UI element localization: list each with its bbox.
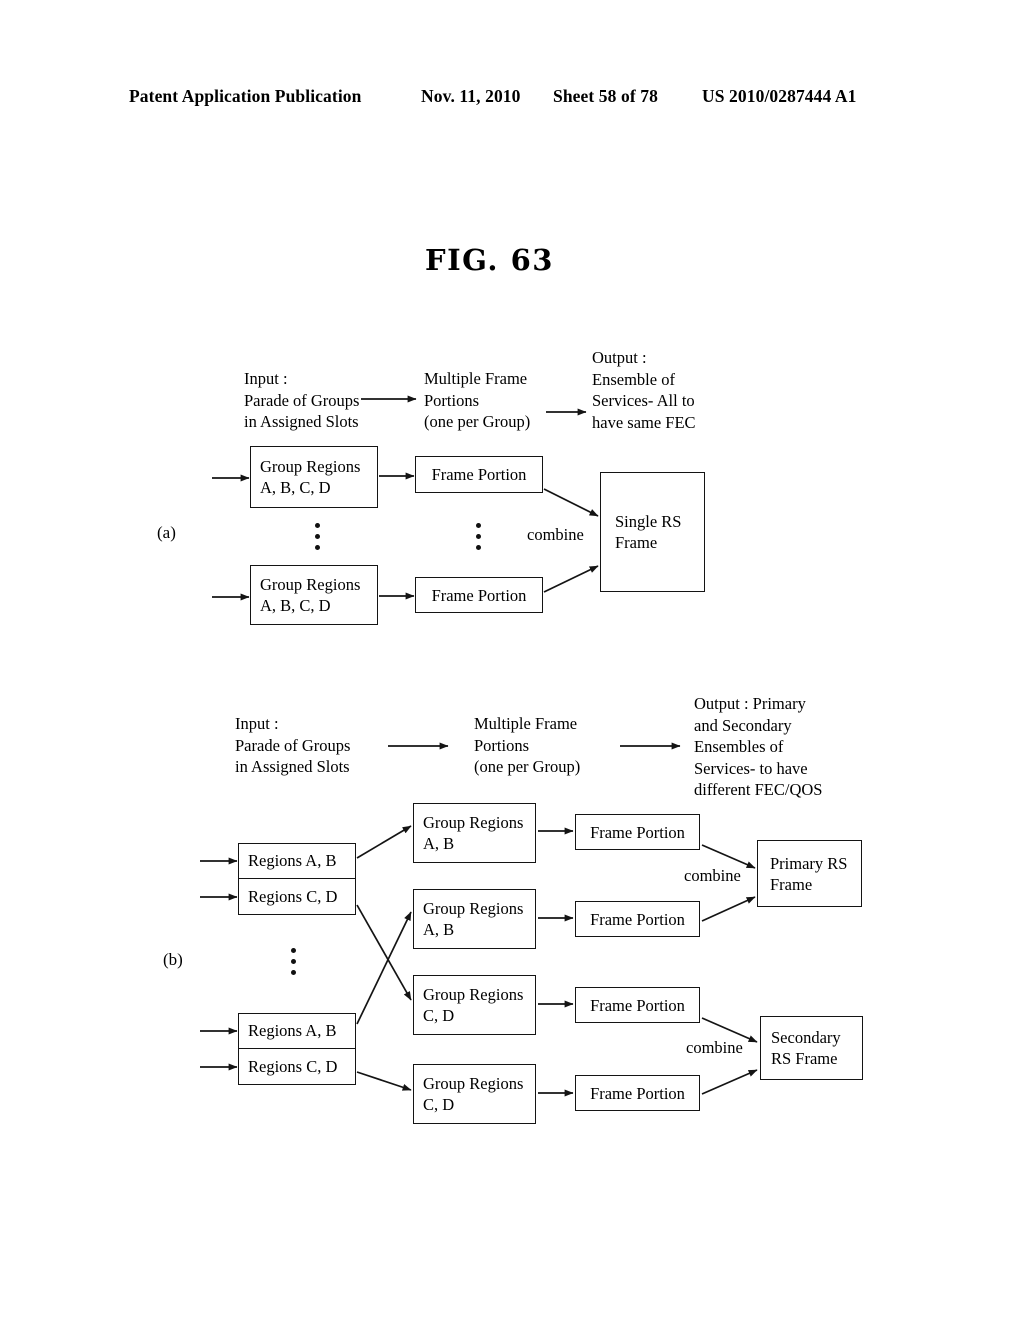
panel-b-output-header: Output : Primary and Secondary Ensembles…	[694, 694, 823, 799]
box-frame-portion-b-4: Frame Portion	[575, 1075, 700, 1111]
box-frame-portion-a-bottom: Frame Portion	[415, 577, 543, 613]
regions-cell-ab-top: Regions A, B	[239, 844, 355, 879]
arrow-b-rCD-top-to-gr3	[356, 904, 412, 1001]
arrow-a-fp-rs-bottom	[543, 565, 599, 593]
box-frame-portion-a-top: Frame Portion	[415, 456, 543, 493]
header-sheet-number: Sheet 58 of 78	[553, 86, 658, 106]
figure-title: FIG. 63	[425, 243, 554, 277]
arrow-b-fp2-primary	[701, 896, 756, 922]
panel-label-a: (a)	[157, 523, 176, 542]
arrow-b-rAB-top-to-gr1	[356, 825, 412, 859]
arrow-b-rAB-bot-to-gr2	[356, 911, 412, 1025]
box-primary-rs-frame: Primary RS Frame	[757, 840, 862, 907]
panel-a-middle-header: Multiple Frame Portions (one per Group)	[424, 369, 531, 431]
panel-a-combine-label: combine	[527, 525, 584, 544]
box-frame-portion-b-2: Frame Portion	[575, 901, 700, 937]
ellipsis-b-left	[291, 948, 296, 975]
header-patent-number: US 2010/0287444 A1	[702, 86, 857, 106]
box-regions-block-bottom: Regions A, B Regions C, D	[238, 1013, 356, 1085]
panel-b-combine-label-secondary: combine	[686, 1038, 743, 1057]
box-regions-block-top: Regions A, B Regions C, D	[238, 843, 356, 915]
box-group-regions-a-bottom: Group Regions A, B, C, D	[250, 565, 378, 625]
header-date: Nov. 11, 2010	[421, 86, 521, 106]
panel-label-b: (b)	[163, 950, 183, 969]
box-frame-portion-b-3: Frame Portion	[575, 987, 700, 1023]
ellipsis-a-right	[476, 523, 481, 550]
panel-a-input-header: Input : Parade of Groups in Assigned Slo…	[244, 369, 360, 431]
regions-cell-ab-bottom: Regions A, B	[239, 1014, 355, 1049]
panel-b-combine-label-primary: combine	[684, 866, 741, 885]
box-secondary-rs-frame: Secondary RS Frame	[760, 1016, 863, 1080]
regions-cell-cd-top: Regions C, D	[248, 886, 338, 906]
box-group-regions-b-4: Group Regions C, D	[413, 1064, 536, 1124]
arrow-b-fp4-secondary	[701, 1069, 758, 1095]
arrow-b-rCD-bot-to-gr4	[356, 1071, 412, 1091]
regions-cell-cd-bottom: Regions C, D	[248, 1056, 338, 1076]
box-group-regions-b-3: Group Regions C, D	[413, 975, 536, 1035]
header-publication: Patent Application Publication	[129, 86, 362, 106]
box-group-regions-a-top: Group Regions A, B, C, D	[250, 446, 378, 508]
page-header: Patent Application Publication Nov. 11, …	[0, 86, 1024, 110]
ellipsis-a-left	[315, 523, 320, 550]
panel-a-output-header: Output : Ensemble of Services- All to ha…	[592, 348, 696, 432]
panel-b-middle-header: Multiple Frame Portions (one per Group)	[474, 714, 581, 776]
patent-figure-page: Patent Application Publication Nov. 11, …	[0, 0, 1024, 1320]
panel-b-input-header: Input : Parade of Groups in Assigned Slo…	[235, 714, 351, 776]
arrow-a-fp-rs-top	[543, 488, 599, 517]
box-group-regions-b-2: Group Regions A, B	[413, 889, 536, 949]
box-single-rs-frame: Single RS Frame	[600, 472, 705, 592]
box-frame-portion-b-1: Frame Portion	[575, 814, 700, 850]
box-group-regions-b-1: Group Regions A, B	[413, 803, 536, 863]
